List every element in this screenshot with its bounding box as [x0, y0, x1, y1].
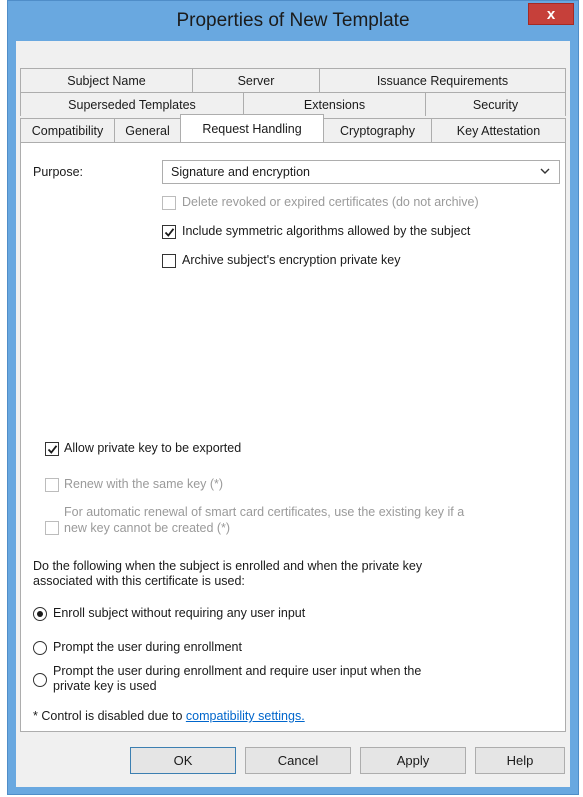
renew-same-key-checkbox[interactable]	[45, 478, 59, 492]
renew-same-key-label: Renew with the same key (*)	[64, 477, 224, 491]
tab-key-attestation[interactable]: Key Attestation	[431, 118, 566, 142]
compatibility-settings-link[interactable]: compatibility settings.	[186, 709, 305, 723]
request-handling-panel: Purpose: Signature and encryption Delete…	[20, 142, 566, 732]
footnote-text: * Control is disabled due to	[33, 709, 186, 723]
apply-button[interactable]: Apply	[360, 747, 466, 774]
help-button[interactable]: Help	[475, 747, 565, 774]
delete-revoked-label: Delete revoked or expired certificates (…	[182, 195, 479, 209]
tab-security[interactable]: Security	[425, 92, 566, 116]
purpose-label: Purpose:	[33, 165, 84, 179]
prompt-require-input-label-line1: Prompt the user during enrollment and re…	[53, 664, 422, 678]
cancel-button[interactable]: Cancel	[245, 747, 351, 774]
enrollment-instruction-line2: associated with this certificate is used…	[33, 574, 245, 588]
title-bar[interactable]: Properties of New Template x	[8, 1, 578, 41]
tab-row-3: Compatibility General Request Handling C…	[20, 114, 566, 142]
allow-export-label: Allow private key to be exported	[64, 441, 242, 455]
check-icon	[47, 445, 58, 454]
allow-export-checkbox[interactable]	[45, 442, 59, 456]
dialog-client-area: Subject Name Server Issuance Requirement…	[16, 41, 570, 787]
ok-button[interactable]: OK	[130, 747, 236, 774]
tab-extensions[interactable]: Extensions	[243, 92, 426, 116]
auto-renewal-checkbox[interactable]	[45, 521, 59, 535]
enroll-without-input-radio[interactable]	[33, 607, 47, 621]
tab-cryptography[interactable]: Cryptography	[323, 118, 432, 142]
tab-row-2: Superseded Templates Extensions Security	[20, 92, 566, 116]
tab-general[interactable]: General	[114, 118, 181, 142]
delete-revoked-checkbox[interactable]	[162, 196, 176, 210]
purpose-select[interactable]: Signature and encryption	[162, 160, 560, 184]
tab-server[interactable]: Server	[192, 68, 320, 92]
chevron-down-icon	[540, 168, 550, 174]
prompt-require-input-label-line2: private key is used	[53, 679, 157, 693]
dialog-title: Properties of New Template	[176, 10, 410, 31]
auto-renewal-label-line1: For automatic renewal of smart card cert…	[64, 505, 465, 519]
check-icon	[164, 228, 175, 237]
close-button[interactable]: x	[528, 3, 574, 25]
properties-dialog: Properties of New Template x Subject Nam…	[7, 0, 579, 795]
tab-subject-name[interactable]: Subject Name	[20, 68, 193, 92]
prompt-require-input-radio[interactable]	[33, 673, 47, 687]
purpose-select-value: Signature and encryption	[171, 165, 310, 179]
tab-compatibility[interactable]: Compatibility	[20, 118, 115, 142]
prompt-during-enrollment-radio[interactable]	[33, 641, 47, 655]
close-icon: x	[546, 5, 556, 23]
archive-key-checkbox[interactable]	[162, 254, 176, 268]
tab-row-1: Subject Name Server Issuance Requirement…	[20, 68, 566, 92]
compatibility-footnote: * Control is disabled due to compatibili…	[33, 709, 305, 723]
prompt-during-enrollment-label: Prompt the user during enrollment	[53, 640, 242, 654]
tab-issuance-requirements[interactable]: Issuance Requirements	[319, 68, 566, 92]
auto-renewal-label-line2: new key cannot be created (*)	[64, 521, 231, 535]
include-symmetric-label: Include symmetric algorithms allowed by …	[182, 224, 471, 238]
tab-superseded-templates[interactable]: Superseded Templates	[20, 92, 244, 116]
include-symmetric-checkbox[interactable]	[162, 225, 176, 239]
enrollment-instruction-line1: Do the following when the subject is enr…	[33, 559, 423, 573]
radio-selected-dot	[37, 611, 43, 617]
archive-key-label: Archive subject's encryption private key	[182, 253, 401, 267]
enroll-without-input-label: Enroll subject without requiring any use…	[53, 606, 306, 620]
tab-request-handling[interactable]: Request Handling	[180, 114, 324, 142]
